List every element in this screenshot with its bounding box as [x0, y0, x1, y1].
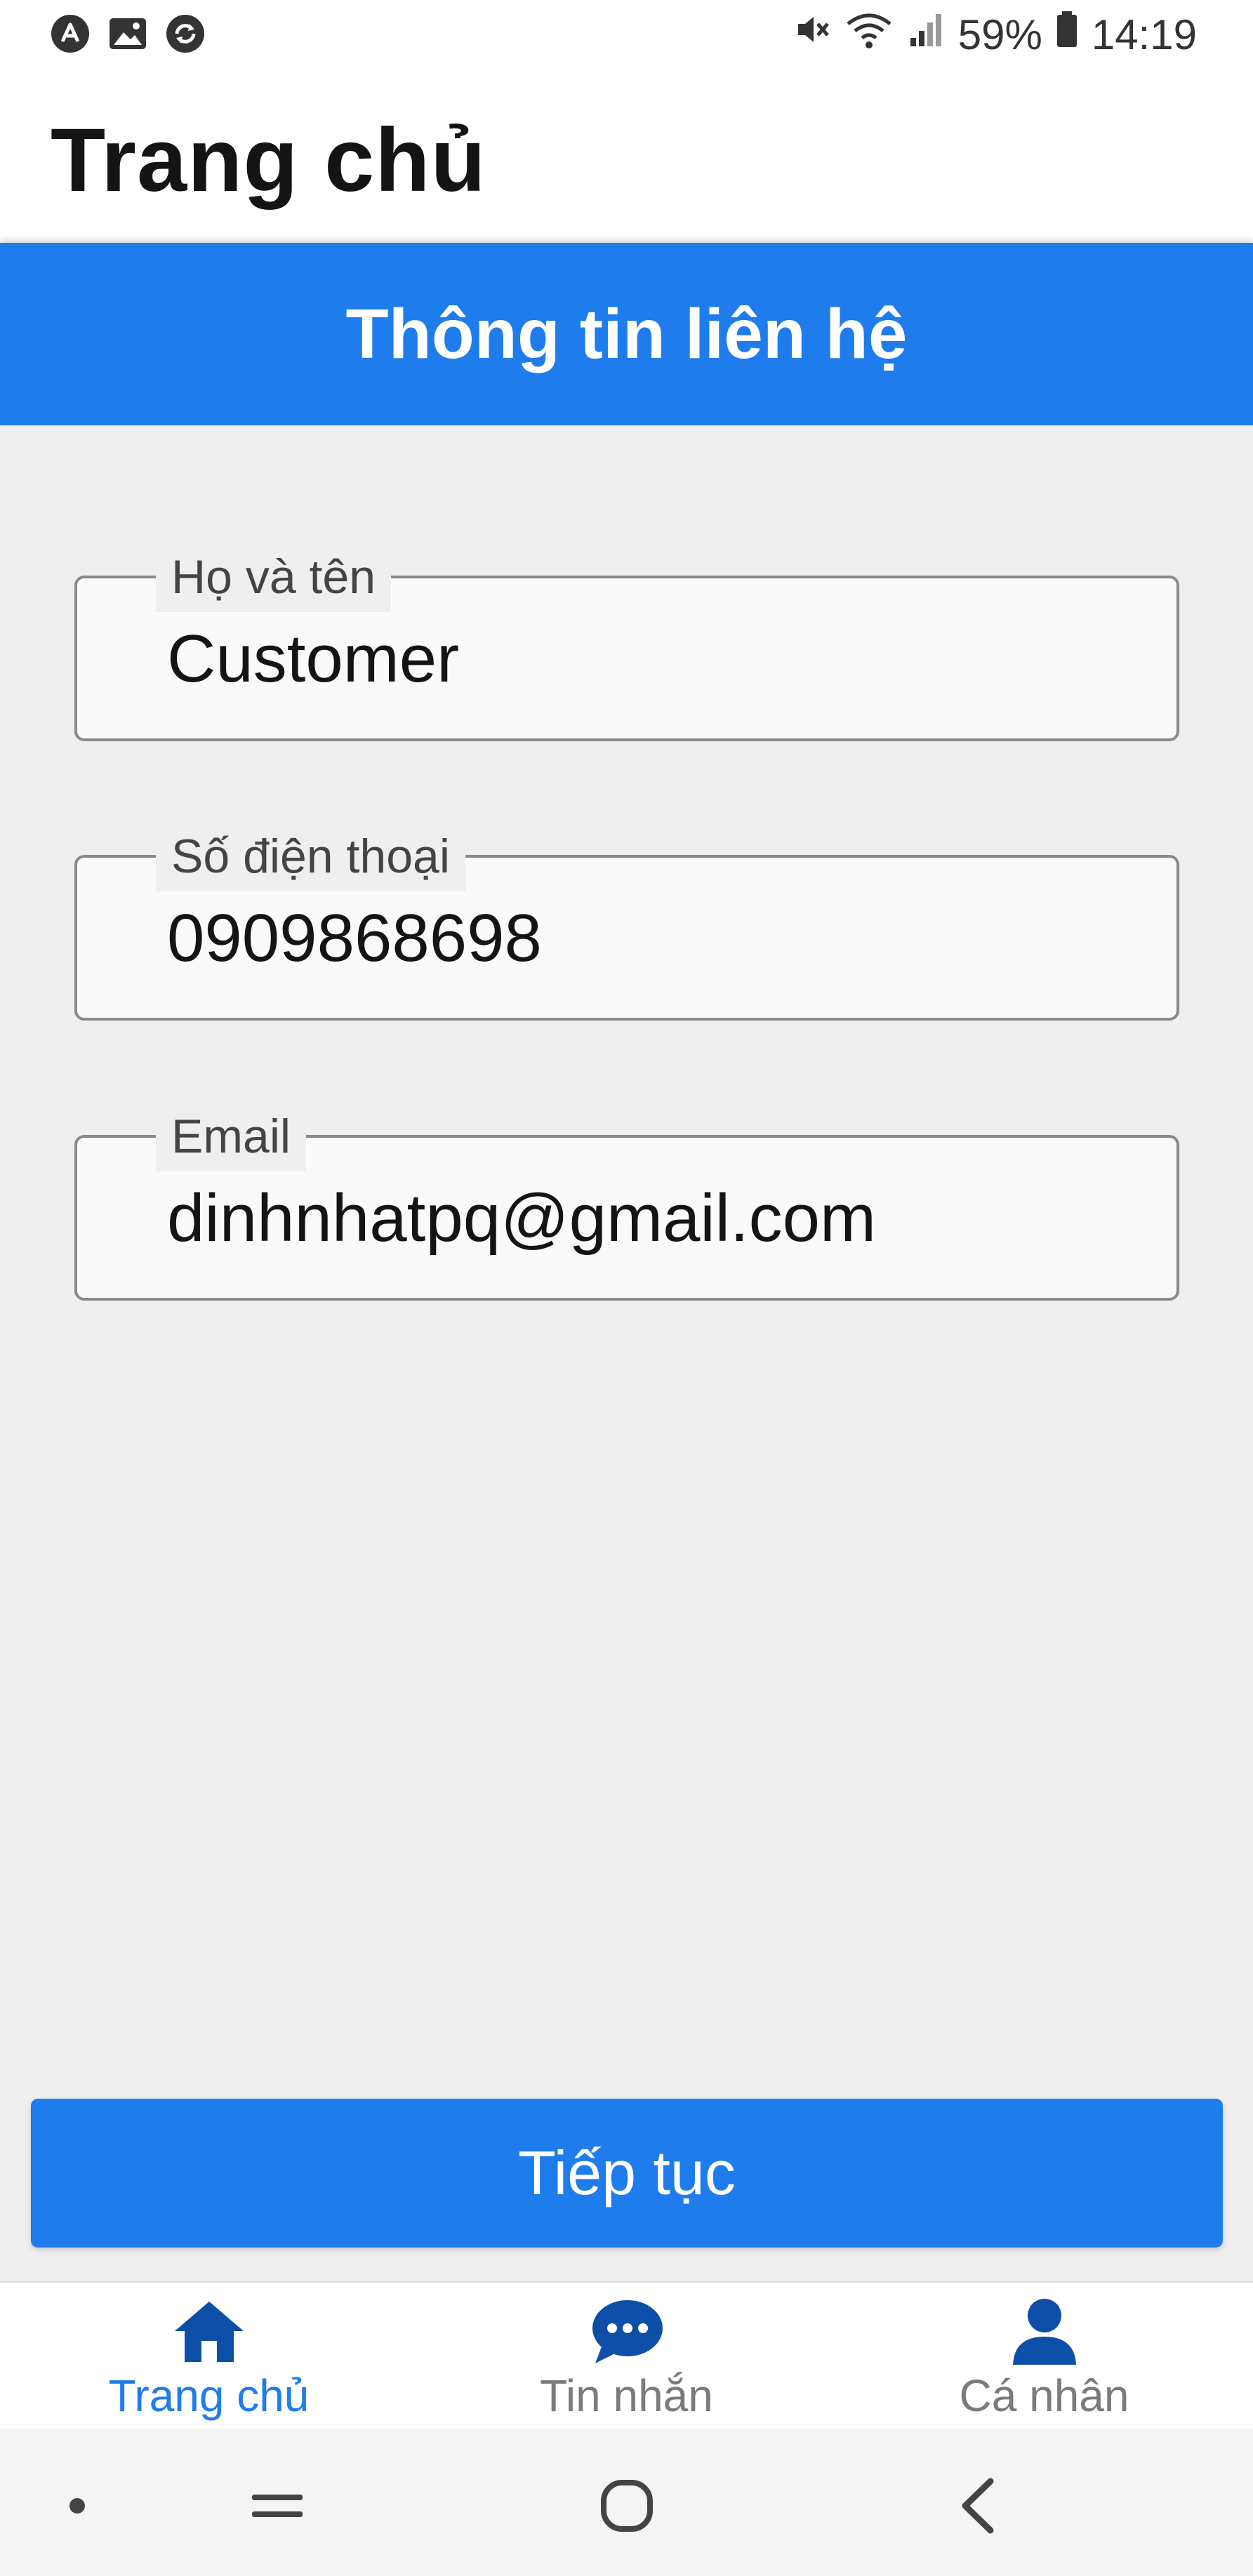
page-title: Trang chủ	[51, 110, 486, 211]
section-banner: Thông tin liên hệ	[0, 243, 1253, 425]
tab-messages[interactable]: Tin nhắn	[418, 2283, 835, 2430]
home-icon	[167, 2292, 251, 2370]
battery-percent: 59%	[957, 11, 1042, 58]
signal-icon	[906, 10, 946, 59]
sync-icon	[166, 14, 205, 53]
full-name-field[interactable]: Họ và tên Customer	[74, 542, 1179, 741]
status-bar-notifications	[51, 14, 205, 53]
status-bar: 59% 14:19	[0, 0, 1253, 70]
mute-icon	[793, 10, 832, 59]
clock: 14:19	[1091, 11, 1197, 58]
dot-icon	[39, 2467, 116, 2544]
bottom-tab-bar: Trang chủ Tin nhắn Cá nhân	[0, 2281, 1253, 2430]
wifi-icon	[844, 10, 894, 59]
screen: 59% 14:19 Trang chủ Thông tin liên hệ Họ…	[0, 0, 1253, 2576]
tab-home-label: Trang chủ	[108, 2370, 310, 2421]
email-input[interactable]: dinhnhatpq@gmail.com	[167, 1180, 876, 1257]
app-header: Trang chủ	[0, 70, 1253, 243]
email-field[interactable]: Email dinhnhatpq@gmail.com	[74, 1101, 1179, 1301]
tab-profile-label: Cá nhân	[959, 2370, 1129, 2421]
gallery-icon	[108, 14, 147, 53]
back-button[interactable]	[939, 2467, 1016, 2544]
phone-label: Số điện thoại	[156, 821, 465, 891]
section-title: Thông tin liên hệ	[345, 294, 908, 373]
tab-profile[interactable]: Cá nhân	[835, 2283, 1253, 2430]
full-name-label: Họ và tên	[156, 542, 392, 612]
system-nav-bar	[0, 2429, 1253, 2576]
recent-apps-button[interactable]	[239, 2467, 316, 2544]
tab-messages-label: Tin nhắn	[540, 2370, 713, 2421]
battery-icon	[1055, 10, 1079, 59]
email-label: Email	[156, 1101, 307, 1171]
phone-input[interactable]: 0909868698	[167, 900, 542, 977]
home-button[interactable]	[588, 2467, 665, 2544]
tab-home[interactable]: Trang chủ	[0, 2283, 418, 2430]
chat-icon	[585, 2292, 669, 2370]
continue-button[interactable]: Tiếp tục	[31, 2099, 1223, 2248]
status-bar-system: 59% 14:19	[793, 10, 1197, 59]
phone-field[interactable]: Số điện thoại 0909868698	[74, 821, 1179, 1021]
a-circle-icon	[51, 14, 90, 53]
full-name-input[interactable]: Customer	[167, 620, 459, 698]
person-icon	[1002, 2292, 1087, 2370]
